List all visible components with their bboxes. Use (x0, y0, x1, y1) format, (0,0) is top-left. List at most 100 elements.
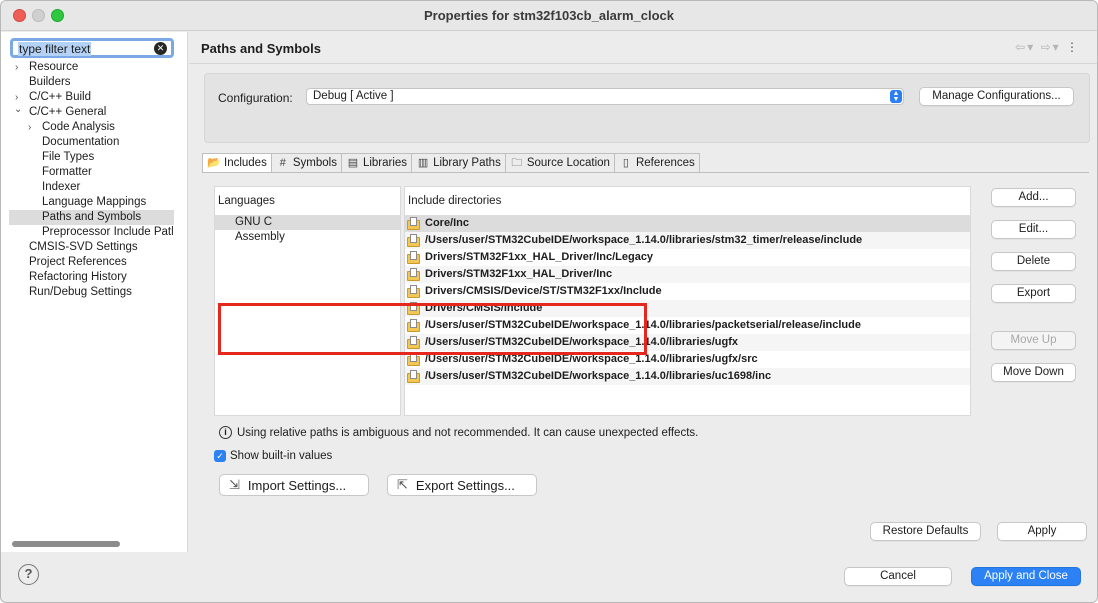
language-item-assembly[interactable]: Assembly (215, 230, 400, 245)
tree-item-documentation[interactable]: Documentation (1, 135, 187, 150)
include-dir-row[interactable]: /Users/user/STM32CubeIDE/workspace_1.14.… (405, 232, 970, 249)
include-dir-row[interactable]: /Users/user/STM32CubeIDE/workspace_1.14.… (405, 317, 970, 334)
tree-item-label: Code Analysis (42, 121, 115, 133)
include-dir-row[interactable]: Drivers/STM32F1xx_HAL_Driver/Inc/Legacy (405, 249, 970, 266)
include-dir-row[interactable]: /Users/user/STM32CubeIDE/workspace_1.14.… (405, 351, 970, 368)
info-text: Using relative paths is ambiguous and no… (237, 426, 699, 439)
sidebar-scrollbar[interactable] (12, 541, 120, 547)
tree-item-refactoring-history[interactable]: Refactoring History (1, 270, 187, 285)
tab-label: References (635, 157, 695, 169)
clear-filter-icon[interactable]: ✕ (154, 42, 167, 55)
info-icon: i (219, 426, 232, 439)
tree-item-label: C/C++ General (29, 106, 107, 118)
include-folder-icon (407, 336, 421, 349)
tree-item-label: Documentation (42, 136, 120, 148)
tree-item-label: Refactoring History (29, 271, 127, 283)
help-icon[interactable]: ? (18, 564, 39, 585)
chevron-right-icon[interactable]: › (15, 90, 18, 105)
show-builtin-checkbox[interactable]: ✓ Show built-in values (214, 450, 332, 462)
forward-arrow-icon[interactable]: ⇨▾ (1041, 40, 1061, 54)
move-down-button[interactable]: Move Down (991, 363, 1076, 382)
tree-item-project-references[interactable]: Project References (1, 255, 187, 270)
tree-item-cpp-general[interactable]: ⌄ C/C++ General (1, 105, 187, 120)
tree-item-code-analysis[interactable]: › Code Analysis (1, 120, 187, 135)
apply-button[interactable]: Apply (997, 522, 1087, 541)
tab-references[interactable]: ▯ References (614, 153, 700, 173)
reference-icon: ▯ (622, 156, 629, 169)
tree-item-label: Indexer (42, 181, 81, 193)
include-dir-row[interactable]: Core/Inc (405, 215, 970, 232)
include-directories-list: Include directories Core/Inc /Users/user… (404, 186, 971, 416)
back-arrow-icon[interactable]: ⇦▾ (1015, 40, 1035, 54)
restore-defaults-button[interactable]: Restore Defaults (870, 522, 981, 541)
select-arrows-icon[interactable]: ▲ ▼ (890, 90, 902, 103)
tab-label: Libraries (362, 157, 408, 169)
library-folder-icon: ▥ (417, 156, 429, 169)
tab-source-location[interactable]: 🗀 Source Location (505, 153, 615, 173)
include-directories-header: Include directories (408, 195, 502, 207)
tab-symbols[interactable]: # Symbols (271, 153, 342, 173)
move-up-button[interactable]: Move Up (991, 331, 1076, 350)
tree-item-cpp-build[interactable]: › C/C++ Build (1, 90, 187, 105)
tab-label: Symbols (292, 157, 337, 169)
more-menu-icon[interactable]: ⋮ (1066, 40, 1080, 54)
title-bar: Properties for stm32f103cb_alarm_clock (1, 1, 1097, 31)
configuration-select[interactable]: Debug [ Active ] ▲ ▼ (306, 88, 904, 105)
divider (189, 63, 1097, 64)
navigation-arrows: ⇦▾ ⇨▾ ⋮ (1015, 40, 1080, 54)
include-folder-icon: 📂 (207, 156, 221, 169)
language-item-gnu-c[interactable]: GNU C (215, 215, 400, 230)
apply-and-close-button[interactable]: Apply and Close (971, 567, 1081, 586)
filter-placeholder: type filter text (18, 42, 92, 56)
tree-item-file-types[interactable]: File Types (1, 150, 187, 165)
tree-item-indexer[interactable]: Indexer (1, 180, 187, 195)
export-icon: ⇱ (397, 477, 408, 492)
tree-item-resource[interactable]: › Resource (1, 60, 187, 75)
export-button[interactable]: Export (991, 284, 1076, 303)
include-dir-row[interactable]: Drivers/STM32F1xx_HAL_Driver/Inc (405, 266, 970, 283)
include-folder-icon (407, 268, 421, 281)
tree-item-paths-and-symbols[interactable]: Paths and Symbols (9, 210, 174, 225)
tree-item-label: Preprocessor Include Patl (42, 226, 174, 238)
tree-item-builders[interactable]: Builders (1, 75, 187, 90)
manage-configurations-button[interactable]: Manage Configurations... (919, 87, 1074, 106)
includes-tab-content: Languages GNU C Assembly Include directo… (202, 172, 1089, 512)
tab-library-paths[interactable]: ▥ Library Paths (412, 153, 506, 173)
chevron-right-icon[interactable]: › (28, 120, 31, 135)
tab-label: Includes (224, 157, 267, 169)
include-dir-row[interactable]: Drivers/CMSIS/Device/ST/STM32F1xx/Includ… (405, 283, 970, 300)
edit-button[interactable]: Edit... (991, 220, 1076, 239)
include-folder-icon (407, 234, 421, 247)
tree-item-formatter[interactable]: Formatter (1, 165, 187, 180)
include-dir-path: Drivers/STM32F1xx_HAL_Driver/Inc (425, 268, 613, 280)
include-dir-path: /Users/user/STM32CubeIDE/workspace_1.14.… (425, 319, 861, 331)
include-dir-row[interactable]: Drivers/CMSIS/Include (405, 300, 970, 317)
add-button[interactable]: Add... (991, 188, 1076, 207)
include-dir-row[interactable]: /Users/user/STM32CubeIDE/workspace_1.14.… (405, 368, 970, 385)
chevron-right-icon[interactable]: › (15, 60, 18, 75)
cancel-button[interactable]: Cancel (844, 567, 952, 586)
tab-libraries[interactable]: ▤ Libraries (341, 153, 413, 173)
export-settings-button[interactable]: ⇱ Export Settings... (387, 474, 537, 496)
preference-tree: › Resource Builders › C/C++ Build ⌄ C/C+… (1, 60, 187, 300)
filter-input[interactable]: type filter text ✕ (10, 38, 174, 58)
tree-item-label: Run/Debug Settings (29, 286, 132, 298)
include-dir-path: Core/Inc (425, 217, 470, 229)
tree-item-preprocessor-include[interactable]: Preprocessor Include Patl (1, 225, 187, 240)
tree-item-cmsis-svd[interactable]: CMSIS-SVD Settings (1, 240, 187, 255)
tree-item-run-debug[interactable]: Run/Debug Settings (1, 285, 187, 300)
tree-item-language-mappings[interactable]: Language Mappings (1, 195, 187, 210)
delete-button[interactable]: Delete (991, 252, 1076, 271)
import-settings-button[interactable]: ⇲ Import Settings... (219, 474, 369, 496)
checkmark-icon[interactable]: ✓ (214, 450, 226, 462)
tab-label: Library Paths (433, 157, 501, 169)
properties-window: Properties for stm32f103cb_alarm_clock t… (0, 0, 1098, 603)
tab-includes[interactable]: 📂 Includes (202, 153, 272, 173)
info-message: i Using relative paths is ambiguous and … (219, 426, 698, 439)
tab-bar: 📂 Includes # Symbols ▤ Libraries ▥ Libra… (202, 153, 700, 173)
main-panel: Paths and Symbols ⇦▾ ⇨▾ ⋮ Configuration:… (189, 32, 1097, 552)
chevron-down-icon[interactable]: ⌄ (14, 105, 22, 117)
window-title: Properties for stm32f103cb_alarm_clock (423, 8, 674, 23)
import-settings-label: Import Settings... (247, 477, 347, 493)
include-dir-row[interactable]: /Users/user/STM32CubeIDE/workspace_1.14.… (405, 334, 970, 351)
